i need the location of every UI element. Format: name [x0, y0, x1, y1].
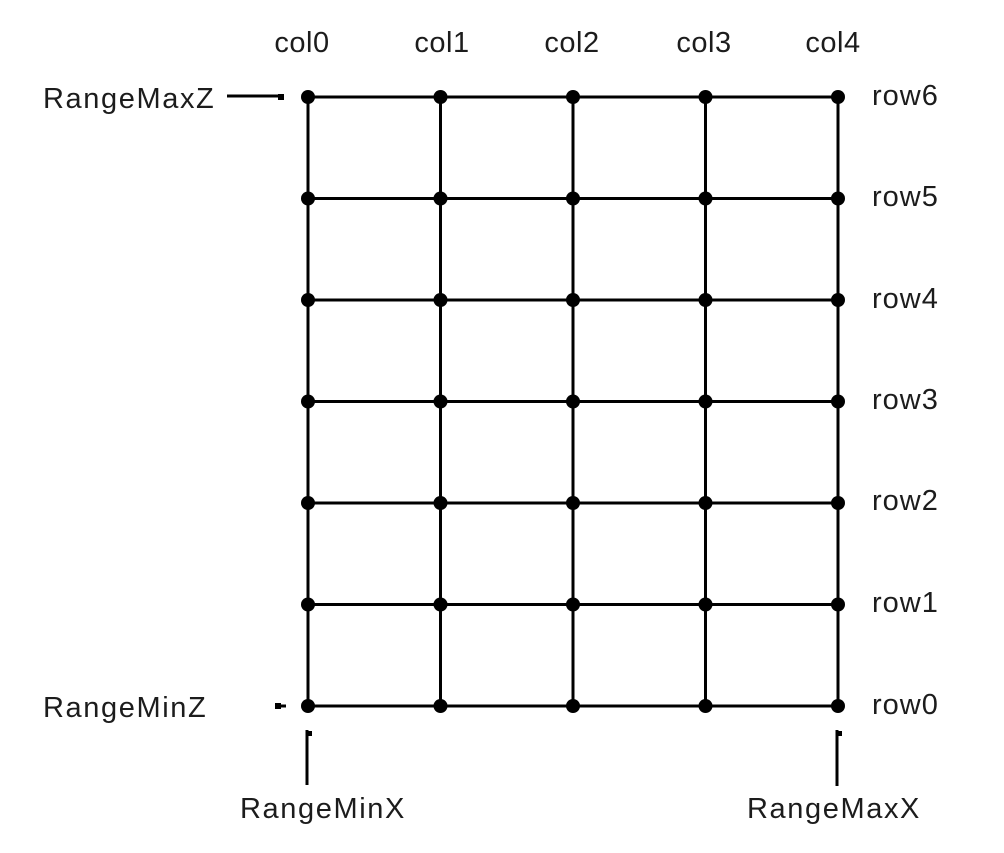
grid-node-col0-row6 — [301, 90, 315, 104]
grid-node-col1-row5 — [433, 191, 448, 206]
range-max-x-arrow — [835, 730, 842, 786]
range-max-x-label: RangeMaxX — [747, 793, 921, 825]
grid-node-col0-row2 — [301, 496, 315, 510]
range-max-z-arrow — [227, 94, 284, 100]
grid-node-col1-row1 — [433, 597, 448, 612]
column-label-col4: col4 — [805, 27, 860, 59]
row-label-row4: row4 — [872, 283, 939, 315]
range-min-x-arrow — [305, 730, 312, 785]
range-min-z-label: RangeMinZ — [43, 692, 207, 724]
grid-node-col2-row0 — [566, 699, 580, 713]
column-label-col2: col2 — [544, 27, 599, 59]
grid-node-col2-row6 — [566, 90, 580, 104]
grid-node-col4-row3 — [831, 394, 845, 409]
grid-node-col4-row1 — [831, 597, 845, 612]
range-min-x-arrow-head — [307, 731, 312, 736]
grid-node-col3-row0 — [698, 699, 713, 713]
range-max-x-arrow-head — [837, 731, 842, 736]
grid-node-col3-row5 — [698, 191, 713, 206]
grid-diagram: col0 col1 col2 col3 col4 row6 row5 row4 … — [0, 0, 1004, 853]
grid-node-col4-row6 — [831, 90, 845, 104]
grid-node-col0-row4 — [301, 293, 315, 307]
grid-node-col4-row4 — [831, 293, 845, 307]
row-label-row6: row6 — [872, 80, 939, 112]
row-label-row5: row5 — [872, 181, 939, 213]
column-labels: col0 col1 col2 col3 col4 — [274, 27, 860, 59]
grid-node-col2-row2 — [566, 496, 580, 510]
row-label-row1: row1 — [872, 587, 939, 619]
row-label-row3: row3 — [872, 384, 939, 416]
grid-node-col2-row1 — [566, 597, 580, 612]
grid-node-col0-row0 — [301, 699, 315, 713]
grid-node-col2-row5 — [566, 191, 580, 206]
row-label-row0: row0 — [872, 689, 939, 721]
grid-node-col3-row2 — [698, 496, 713, 510]
grid-node-col4-row2 — [831, 496, 845, 510]
grid-node-col2-row4 — [566, 293, 580, 307]
grid-node-col4-row5 — [831, 191, 845, 206]
row-labels: row6 row5 row4 row3 row2 row1 row0 — [872, 80, 939, 721]
column-label-col0: col0 — [274, 27, 329, 59]
column-label-col3: col3 — [676, 27, 731, 59]
grid-node-col1-row0 — [433, 699, 448, 713]
grid-node-col0-row5 — [301, 191, 315, 206]
grid-node-col3-row1 — [698, 597, 713, 612]
grid-node-col1-row6 — [433, 90, 448, 104]
column-label-col1: col1 — [414, 27, 469, 59]
grid-node-col0-row1 — [301, 597, 315, 612]
range-max-z-arrow-head — [278, 94, 284, 100]
grid-node-col3-row3 — [698, 394, 713, 409]
range-max-z-label: RangeMaxZ — [43, 83, 215, 115]
grid-node-col3-row6 — [698, 90, 713, 104]
grid-node-col2-row3 — [566, 394, 580, 409]
row-label-row2: row2 — [872, 485, 939, 517]
grid-node-col0-row3 — [301, 394, 315, 409]
range-min-x-label: RangeMinX — [240, 793, 406, 825]
range-labels: RangeMaxZ RangeMinZ RangeMinX RangeMaxX — [43, 83, 921, 825]
grid-node-col1-row4 — [433, 293, 448, 307]
grid-node-col3-row4 — [698, 293, 713, 307]
grid-node-col1-row2 — [433, 496, 448, 510]
range-min-z-arrow — [275, 703, 286, 709]
grid-node-col4-row0 — [831, 699, 845, 713]
grid-node-col1-row3 — [433, 394, 448, 409]
